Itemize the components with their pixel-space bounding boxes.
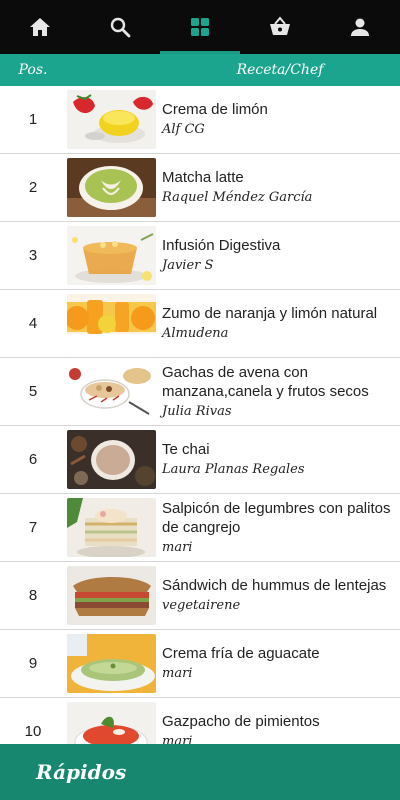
- recipe-position: 10: [24, 723, 42, 740]
- recipe-row[interactable]: 6 Te chai Laura Planas Regales: [0, 426, 400, 494]
- column-header: Pos. Receta/Chef: [0, 54, 400, 86]
- recipe-title: Gazpacho de pimientos: [162, 713, 320, 730]
- recipe-thumbnail: [67, 430, 156, 489]
- recipe-title: Crema de limón: [162, 101, 268, 118]
- grid-icon: [191, 18, 209, 36]
- recipe-row[interactable]: 8 Sándwich de hummus de lentejas vegetai…: [0, 562, 400, 630]
- nav-search[interactable]: [80, 0, 160, 54]
- recipe-position: 5: [28, 383, 38, 400]
- nav-profile[interactable]: [320, 0, 400, 54]
- recipe-row[interactable]: 1 Crema de limón Alf CG: [0, 86, 400, 154]
- recipe-chef: Julia Rivas: [162, 403, 232, 419]
- recipe-title: Crema fría de aguacate: [162, 645, 320, 662]
- bottom-bar-title: Rápidos: [36, 760, 127, 784]
- recipe-thumbnail: [67, 226, 156, 285]
- basket-icon: [270, 16, 290, 35]
- column-header-recipe-chef: Receta/Chef: [236, 62, 324, 78]
- column-header-position: Pos.: [18, 62, 48, 78]
- bottom-bar: Rápidos: [0, 744, 400, 800]
- recipe-chef: vegetairene: [162, 598, 241, 613]
- recipe-thumbnail: [67, 362, 156, 421]
- top-nav-bar: [0, 0, 400, 54]
- recipe-chef: Laura Planas Regales: [162, 462, 305, 477]
- recipe-title: Zumo de naranja y limón natural: [162, 305, 378, 322]
- recipe-title: Infusión Digestiva: [162, 237, 281, 254]
- recipe-title: Sándwich de hummus de lentejas: [162, 577, 387, 594]
- recipe-title: Matcha latte: [162, 169, 244, 186]
- nav-categories[interactable]: [160, 0, 240, 54]
- recipe-row[interactable]: 2 Matcha latte Raquel Méndez García: [0, 154, 400, 222]
- recipe-position: 7: [28, 519, 38, 536]
- nav-home[interactable]: [0, 0, 80, 54]
- recipe-chef: Almudena: [162, 326, 229, 341]
- recipe-row[interactable]: 4 Zumo de naranja y limón natural Almude…: [0, 290, 400, 358]
- recipe-chef: mari: [162, 539, 193, 555]
- recipe-row[interactable]: 10 Gazpacho de pimientos mari: [0, 698, 400, 744]
- recipe-title: Te chai: [162, 441, 210, 458]
- recipe-position: 1: [28, 111, 38, 128]
- recipe-position: 8: [28, 587, 38, 604]
- recipe-row[interactable]: 7 Salpicón de legumbres con palitos de c…: [0, 494, 400, 562]
- recipe-chef: Alf CG: [162, 122, 205, 137]
- recipe-position: 4: [28, 315, 38, 332]
- recipe-row[interactable]: 9 Crema fría de aguacate mari: [0, 630, 400, 698]
- home-icon: [30, 18, 50, 36]
- recipe-thumbnail: [67, 498, 156, 557]
- recipe-thumbnail: [67, 566, 156, 625]
- nav-basket[interactable]: [240, 0, 320, 54]
- recipe-row[interactable]: 5 Gachas de avena con manzana,canela y f…: [0, 358, 400, 426]
- search-icon: [110, 17, 131, 38]
- recipe-position: 3: [28, 247, 38, 264]
- recipe-thumbnail: [67, 90, 156, 149]
- user-icon: [351, 18, 369, 36]
- recipe-position: 2: [28, 179, 38, 196]
- recipe-thumbnail: [67, 294, 156, 353]
- recipe-position: 6: [28, 451, 38, 468]
- recipe-thumbnail: [67, 634, 156, 693]
- recipe-chef: Javier S: [162, 258, 214, 273]
- recipe-list: 1 Crema de limón Alf CG 2 Matcha latte R…: [0, 86, 400, 744]
- recipe-chef: mari: [162, 666, 193, 681]
- recipe-thumbnail: [67, 702, 156, 744]
- recipe-row[interactable]: 3 Infusión Digestiva Javier S: [0, 222, 400, 290]
- recipe-title: Salpicón de legumbres con palitos de can…: [162, 499, 391, 536]
- recipe-position: 9: [28, 655, 38, 672]
- recipe-thumbnail: [67, 158, 156, 217]
- recipe-title: Gachas de avena con manzana,canela y fru…: [162, 363, 369, 400]
- recipe-chef: Raquel Méndez García: [162, 190, 313, 205]
- recipe-chef: mari: [162, 734, 193, 744]
